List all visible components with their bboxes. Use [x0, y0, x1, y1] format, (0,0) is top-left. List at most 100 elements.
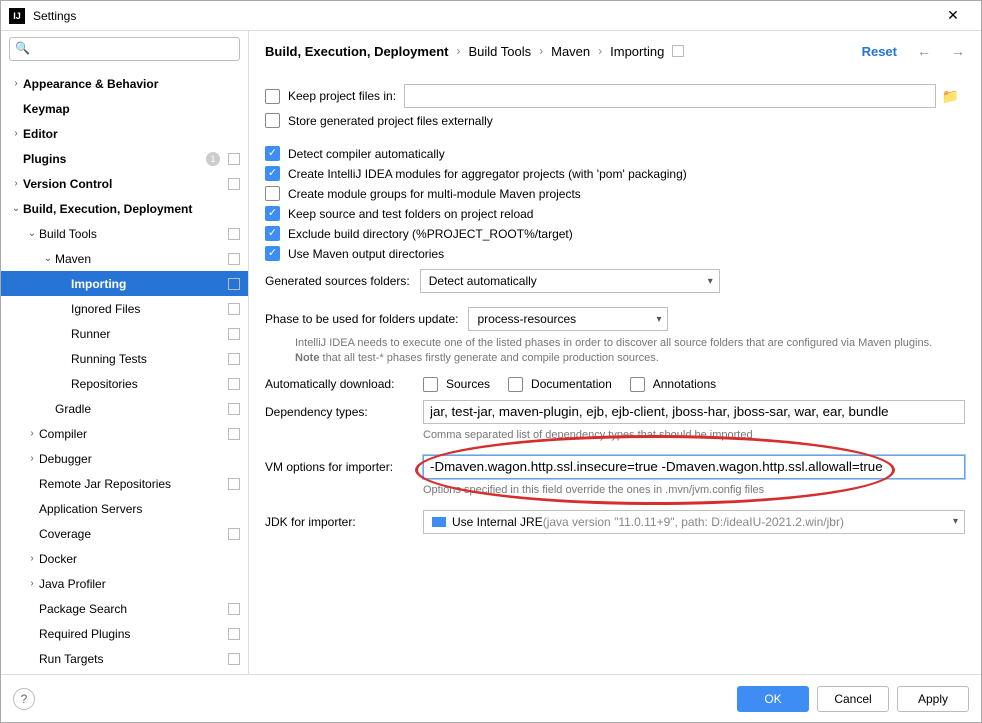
project-marker-icon: [228, 628, 240, 640]
tree-item-coverage[interactable]: Coverage: [1, 521, 248, 546]
tree-item-label: Compiler: [39, 427, 224, 441]
tree-item-plugins[interactable]: Plugins1: [1, 146, 248, 171]
project-marker-icon: [228, 328, 240, 340]
tree-item-docker[interactable]: ›Docker: [1, 546, 248, 571]
exclude-build-label: Exclude build directory (%PROJECT_ROOT%/…: [288, 227, 573, 241]
chevron-right-icon: ›: [598, 44, 602, 58]
tree-item-appearance-behavior[interactable]: ›Appearance & Behavior: [1, 71, 248, 96]
folder-icon[interactable]: 📁: [936, 88, 965, 105]
help-button[interactable]: ?: [13, 688, 35, 710]
tree-item-editor[interactable]: ›Editor: [1, 121, 248, 146]
chevron-right-icon: ›: [456, 44, 460, 58]
tree-item-keymap[interactable]: Keymap: [1, 96, 248, 121]
breadcrumb-item[interactable]: Build Tools: [468, 44, 531, 59]
detect-compiler-label: Detect compiler automatically: [288, 147, 445, 161]
settings-search-input[interactable]: [9, 37, 240, 61]
settings-tree: ›Appearance & BehaviorKeymap›EditorPlugi…: [1, 67, 248, 674]
tree-item-package-search[interactable]: Package Search: [1, 596, 248, 621]
chevron-icon: ⌄: [9, 203, 23, 214]
tree-item-repositories[interactable]: Repositories: [1, 371, 248, 396]
settings-content: Keep project files in: 📁 Store generated…: [249, 71, 981, 674]
tree-item-remote-jar-repositories[interactable]: Remote Jar Repositories: [1, 471, 248, 496]
exclude-build-checkbox[interactable]: [265, 226, 280, 241]
create-groups-checkbox[interactable]: [265, 186, 280, 201]
tree-item-version-control[interactable]: ›Version Control: [1, 171, 248, 196]
dialog-footer: ? OK Cancel Apply: [1, 674, 981, 722]
project-marker-icon: [228, 528, 240, 540]
tree-item-java-profiler[interactable]: ›Java Profiler: [1, 571, 248, 596]
project-marker-icon: [228, 278, 240, 290]
vm-options-input[interactable]: [423, 455, 965, 479]
phase-dropdown[interactable]: process-resources: [468, 307, 668, 331]
chevron-icon: ›: [9, 78, 23, 89]
tree-item-label: Gradle: [55, 402, 224, 416]
tree-item-running-tests[interactable]: Running Tests: [1, 346, 248, 371]
tree-item-label: Plugins: [23, 152, 206, 166]
tree-item-compiler[interactable]: ›Compiler: [1, 421, 248, 446]
project-marker-icon: [228, 403, 240, 415]
apply-button[interactable]: Apply: [897, 686, 969, 712]
dep-types-input[interactable]: [423, 400, 965, 424]
chevron-icon: ⌄: [25, 228, 39, 239]
keep-project-files-checkbox[interactable]: [265, 89, 280, 104]
tree-item-label: Version Control: [23, 177, 224, 191]
cancel-button[interactable]: Cancel: [817, 686, 889, 712]
tree-item-run-targets[interactable]: Run Targets: [1, 646, 248, 671]
chevron-icon: ›: [25, 578, 39, 589]
vm-options-label: VM options for importer:: [265, 460, 423, 474]
window-title: Settings: [33, 9, 933, 23]
chevron-icon: ›: [25, 453, 39, 464]
download-annotations-checkbox[interactable]: [630, 377, 645, 392]
download-annotations-label: Annotations: [653, 377, 716, 391]
search-icon: 🔍: [15, 41, 30, 55]
store-external-checkbox[interactable]: [265, 113, 280, 128]
phase-hint: IntelliJ IDEA needs to execute one of th…: [295, 336, 965, 367]
breadcrumb-item[interactable]: Maven: [551, 44, 590, 59]
tree-item-build-tools[interactable]: ⌄Build Tools: [1, 221, 248, 246]
project-marker-icon: [228, 353, 240, 365]
download-docs-checkbox[interactable]: [508, 377, 523, 392]
keep-source-checkbox[interactable]: [265, 206, 280, 221]
keep-project-files-input[interactable]: [404, 84, 936, 108]
tree-item-label: Package Search: [39, 602, 224, 616]
chevron-right-icon: ›: [539, 44, 543, 58]
tree-item-maven[interactable]: ⌄Maven: [1, 246, 248, 271]
tree-item-label: Remote Jar Repositories: [39, 477, 224, 491]
generated-sources-dropdown[interactable]: Detect automatically: [420, 269, 720, 293]
tree-item-gradle[interactable]: Gradle: [1, 396, 248, 421]
titlebar: IJ Settings ✕: [1, 1, 981, 31]
project-marker-icon: [228, 428, 240, 440]
ok-button[interactable]: OK: [737, 686, 809, 712]
tree-item-application-servers[interactable]: Application Servers: [1, 496, 248, 521]
tree-item-build-execution-deployment[interactable]: ⌄Build, Execution, Deployment: [1, 196, 248, 221]
reset-link[interactable]: Reset: [862, 44, 897, 59]
jdk-dropdown[interactable]: Use Internal JRE (java version "11.0.11+…: [423, 510, 965, 534]
chevron-icon: ›: [25, 428, 39, 439]
close-button[interactable]: ✕: [933, 7, 973, 24]
nav-forward-button[interactable]: →: [951, 43, 965, 59]
dep-types-label: Dependency types:: [265, 405, 423, 419]
use-maven-output-checkbox[interactable]: [265, 246, 280, 261]
tree-item-label: Running Tests: [71, 352, 224, 366]
project-marker-icon: [228, 378, 240, 390]
nav-back-button[interactable]: ←: [917, 43, 931, 59]
tree-item-debugger[interactable]: ›Debugger: [1, 446, 248, 471]
tree-item-label: Keymap: [23, 102, 240, 116]
use-maven-output-label: Use Maven output directories: [288, 247, 444, 261]
tree-item-label: Editor: [23, 127, 240, 141]
detect-compiler-checkbox[interactable]: [265, 146, 280, 161]
tree-item-required-plugins[interactable]: Required Plugins: [1, 621, 248, 646]
create-modules-checkbox[interactable]: [265, 166, 280, 181]
tree-item-label: Ignored Files: [71, 302, 224, 316]
generated-sources-label: Generated sources folders:: [265, 274, 410, 288]
tree-item-importing[interactable]: Importing: [1, 271, 248, 296]
breadcrumb-item[interactable]: Build, Execution, Deployment: [265, 44, 448, 59]
project-marker-icon: [228, 653, 240, 665]
tree-item-runner[interactable]: Runner: [1, 321, 248, 346]
tree-item-label: Run Targets: [39, 652, 224, 666]
tree-item-label: Required Plugins: [39, 627, 224, 641]
auto-download-label: Automatically download:: [265, 377, 423, 391]
tree-item-ignored-files[interactable]: Ignored Files: [1, 296, 248, 321]
tree-item-label: Maven: [55, 252, 224, 266]
download-sources-checkbox[interactable]: [423, 377, 438, 392]
